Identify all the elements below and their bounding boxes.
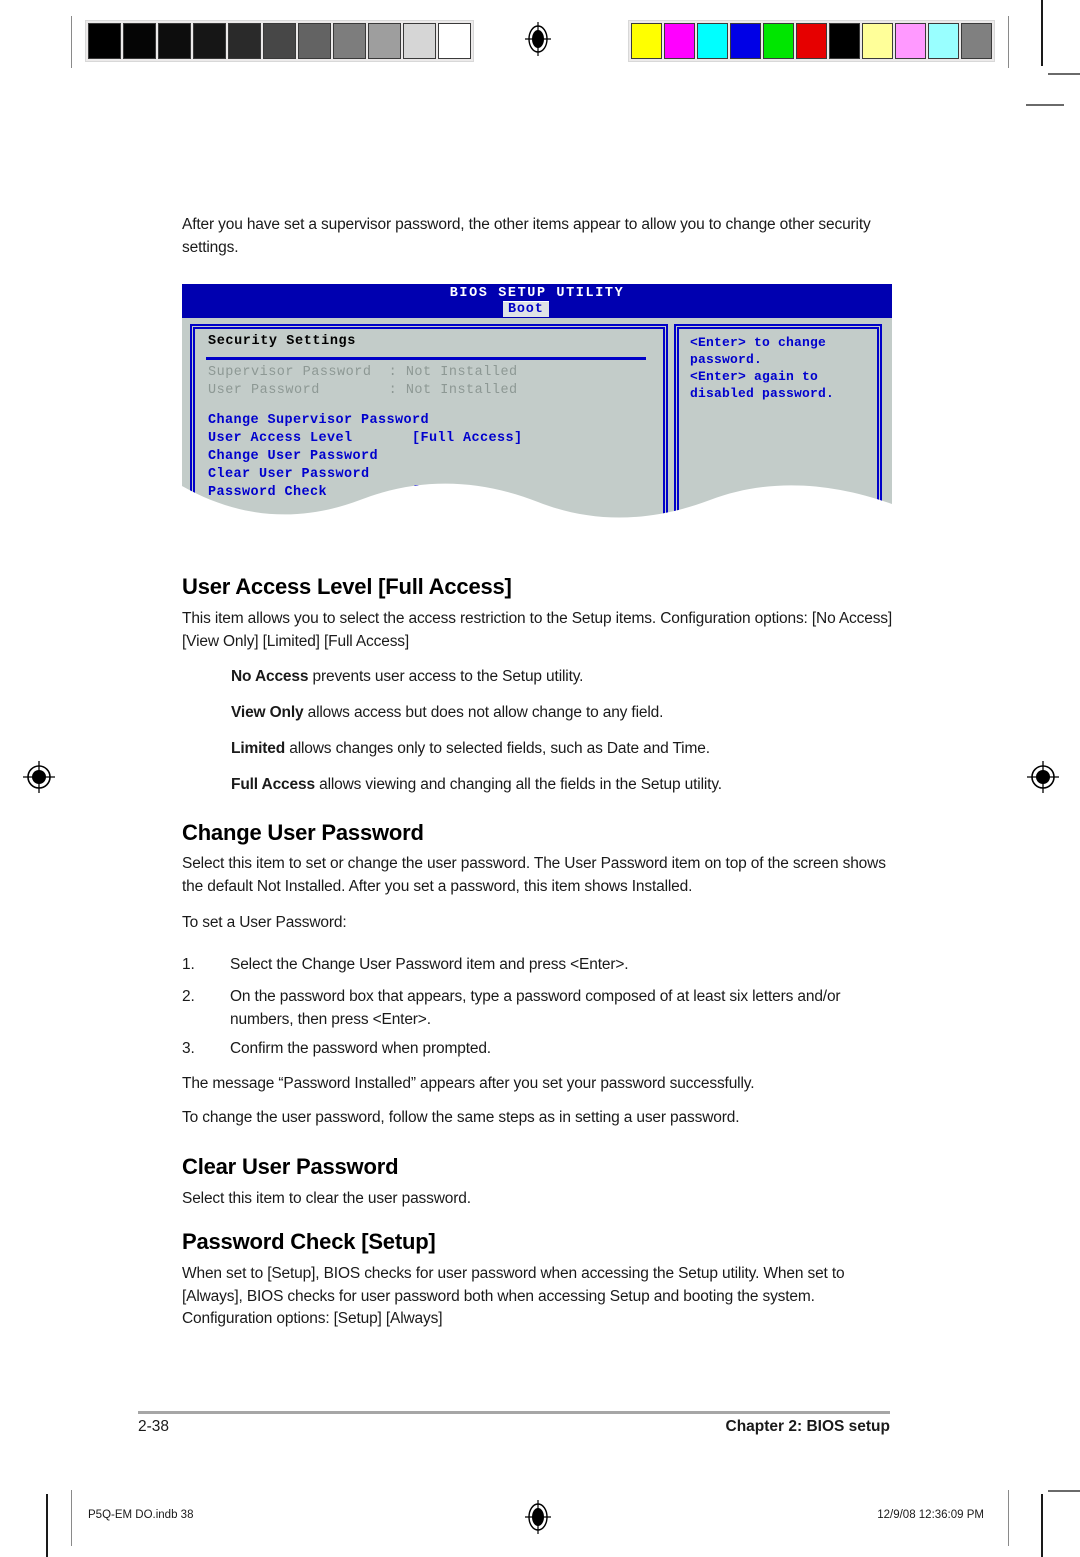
document-page: After you have set a supervisor password… (0, 0, 1080, 1557)
grayscale-patch-10 (438, 23, 471, 59)
bios-status-list: Supervisor Password : Not Installed User … (208, 364, 518, 400)
bios-section-title: Security Settings (208, 334, 356, 349)
print-slug-timestamp: 12/9/08 12:36:09 PM (877, 1509, 984, 1521)
bios-section-divider (206, 357, 646, 360)
grayscale-patch-7 (333, 23, 366, 59)
color-patch-2 (697, 23, 728, 59)
access-level-option-term: No Access (231, 668, 309, 685)
heading-user-access-level: User Access Level [Full Access] (182, 574, 512, 599)
bios-status-row: Supervisor Password : Not Installed (208, 365, 518, 380)
change-user-password-leadin: To set a User Password: (182, 914, 347, 931)
color-patch-5 (796, 23, 827, 59)
step-item-3: 3. Confirm the password when prompted. (182, 1038, 894, 1061)
grayscale-patch-1 (123, 23, 156, 59)
bios-help-line: password. (690, 352, 763, 367)
color-patch-3 (730, 23, 761, 59)
step-number: 3. (182, 1040, 195, 1057)
crop-mark (46, 1494, 48, 1557)
step-item-2: 2. On the password box that appears, type… (182, 986, 894, 1031)
print-slug-filename: P5Q-EM DO.indb 38 (88, 1509, 194, 1521)
access-level-option-term: Full Access (231, 776, 315, 793)
access-level-option-term: Limited (231, 740, 286, 757)
access-level-option-term: View Only (231, 704, 304, 721)
access-level-option-3: Full Access allows viewing and changing … (231, 776, 722, 793)
crop-mark (1008, 16, 1009, 68)
bios-help-line: <Enter> to change (690, 335, 827, 350)
footer-divider (138, 1411, 890, 1414)
step-text: Select the Change User Password item and… (230, 956, 629, 973)
bios-help-text: <Enter> to change password. <Enter> again … (690, 334, 876, 402)
registration-target-icon (521, 1500, 555, 1534)
bios-status-row: User Password : Not Installed (208, 383, 518, 398)
clear-user-password-paragraph: Select this item to clear the user passw… (182, 1190, 471, 1207)
heading-password-check: Password Check [Setup] (182, 1229, 436, 1254)
color-patch-7 (862, 23, 893, 59)
change-password-note: To change the user password, follow the … (182, 1109, 740, 1126)
color-calibration-bar (628, 20, 995, 62)
crop-mark (1041, 0, 1043, 66)
grayscale-patch-5 (263, 23, 296, 59)
crop-mark (1041, 1494, 1043, 1557)
color-patch-6 (829, 23, 860, 59)
crop-mark (71, 1490, 72, 1546)
access-level-option-1: View Only allows access but does not all… (231, 704, 664, 721)
grayscale-patch-9 (403, 23, 436, 59)
registration-target-icon (521, 22, 555, 56)
crop-mark (1048, 73, 1080, 75)
access-level-option-0: No Access prevents user access to the Se… (231, 668, 584, 685)
bios-menu-item-0[interactable]: Change Supervisor Password (208, 412, 523, 430)
step-item-1: 1. Select the Change User Password item a… (182, 954, 894, 977)
access-level-option-2: Limited allows changes only to selected … (231, 740, 710, 757)
password-installed-note: The message “Password Installed” appears… (182, 1075, 755, 1092)
grayscale-patch-3 (193, 23, 226, 59)
grayscale-patch-6 (298, 23, 331, 59)
bios-help-line: disabled password. (690, 386, 835, 401)
grayscale-calibration-bar (85, 20, 474, 62)
registration-target-icon (22, 760, 56, 794)
bios-menu-item-1[interactable]: User Access Level [Full Access] (208, 430, 523, 448)
crop-mark (1048, 1490, 1080, 1492)
intro-paragraph: After you have set a supervisor password… (182, 216, 871, 256)
chapter-label: Chapter 2: BIOS setup (725, 1418, 891, 1435)
color-patch-8 (895, 23, 926, 59)
registration-target-icon (1026, 760, 1060, 794)
bios-menu-item-2[interactable]: Change User Password (208, 448, 523, 466)
crop-mark (71, 16, 72, 68)
color-patch-10 (961, 23, 992, 59)
color-patch-1 (664, 23, 695, 59)
user-access-level-paragraph: This item allows you to select the acces… (182, 610, 893, 650)
step-number: 1. (182, 956, 195, 973)
bios-setup-screenshot: BIOS SETUP UTILITY Boot Security Setting… (182, 284, 892, 524)
change-user-password-paragraph: Select this item to set or change the us… (182, 855, 886, 895)
grayscale-patch-0 (88, 23, 121, 59)
color-patch-0 (631, 23, 662, 59)
grayscale-patch-8 (368, 23, 401, 59)
heading-clear-user-password: Clear User Password (182, 1154, 399, 1179)
page-number: 2-38 (138, 1418, 170, 1435)
password-check-paragraph: When set to [Setup], BIOS checks for use… (182, 1265, 845, 1327)
step-text: On the password box that appears, type a… (230, 988, 841, 1028)
crop-mark (1026, 104, 1064, 106)
bios-help-line: <Enter> again to (690, 369, 819, 384)
grayscale-patch-4 (228, 23, 261, 59)
color-patch-4 (763, 23, 794, 59)
bios-title: BIOS SETUP UTILITY (449, 286, 625, 301)
color-patch-9 (928, 23, 959, 59)
heading-change-user-password: Change User Password (182, 820, 424, 845)
grayscale-patch-2 (158, 23, 191, 59)
step-text: Confirm the password when prompted. (230, 1040, 491, 1057)
torn-edge-decoration (182, 483, 892, 524)
step-number: 2. (182, 988, 195, 1005)
crop-mark (1008, 1490, 1009, 1546)
bios-tab-boot[interactable]: Boot (503, 301, 549, 317)
